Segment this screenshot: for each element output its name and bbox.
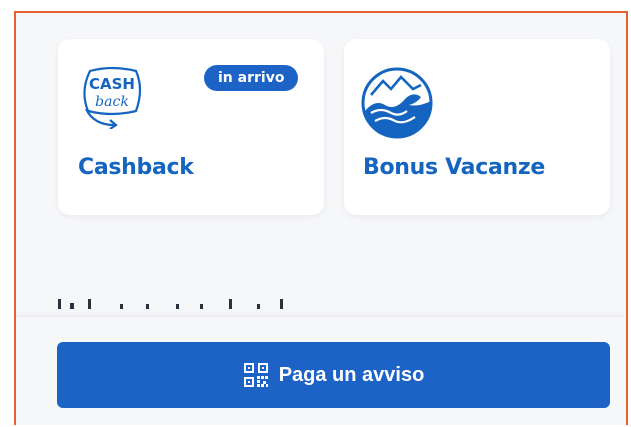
svg-text:CASH: CASH <box>89 75 135 93</box>
cashback-card[interactable]: CASH back in arrivo Cashback <box>58 39 324 215</box>
bottom-action-bar: Paga un avviso <box>16 317 626 425</box>
app-viewport: CASH back in arrivo Cashback Bonus Vacan… <box>14 11 628 425</box>
bonus-vacanze-card[interactable]: Bonus Vacanze <box>344 39 610 215</box>
clipped-section-heading <box>58 299 283 309</box>
svg-text:back: back <box>95 94 129 110</box>
in-arrivo-badge: in arrivo <box>204 65 299 91</box>
paga-un-avviso-button[interactable]: Paga un avviso <box>57 342 610 408</box>
bonus-vacanze-wave-icon <box>361 67 433 139</box>
cashback-label: Cashback <box>78 155 194 180</box>
qr-code-icon <box>243 363 268 387</box>
bonus-vacanze-label: Bonus Vacanze <box>363 155 546 180</box>
paga-un-avviso-label: Paga un avviso <box>278 363 425 386</box>
cashback-logo-icon: CASH back <box>83 66 142 129</box>
